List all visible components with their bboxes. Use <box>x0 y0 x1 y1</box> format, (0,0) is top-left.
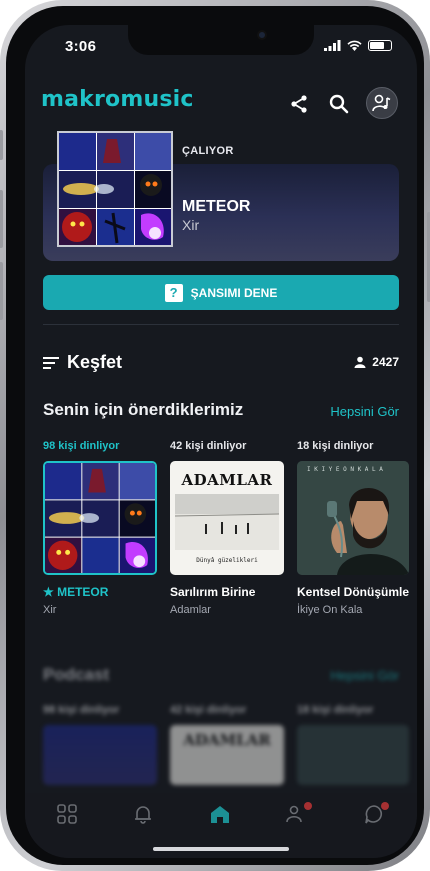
profile-button[interactable] <box>366 87 398 119</box>
home-icon[interactable] <box>205 799 235 829</box>
album-cover[interactable] <box>43 461 157 575</box>
now-playing-title: METEOR <box>182 198 251 215</box>
grid-icon[interactable] <box>52 799 82 829</box>
listener-count-value: 2427 <box>372 355 399 369</box>
album-cover-photo <box>175 494 279 550</box>
section-divider <box>43 324 399 325</box>
question-box-icon: ? <box>164 283 183 302</box>
podcast-cover[interactable]: ADAMLAR <box>170 725 284 785</box>
recommended-card-meteor[interactable]: 98 kişi dinliyor ★ METEOR Xir <box>43 440 159 616</box>
track-title: ★ METEOR <box>43 585 109 599</box>
front-camera <box>257 30 267 40</box>
listener-count-text: 18 kişi dinliyor <box>297 704 374 716</box>
listener-count-text: 18 kişi dinliyor <box>297 440 374 452</box>
signal-icon <box>324 40 341 51</box>
user-icon <box>354 356 366 368</box>
home-indicator <box>153 847 289 851</box>
podcast-card[interactable]: 18 kişi dinliyor <box>297 704 417 785</box>
album-cover[interactable]: I K I Y E O N K A L A <box>297 461 409 575</box>
now-playing-artist: Xir <box>182 217 200 233</box>
now-playing-cover[interactable] <box>57 131 173 247</box>
recommended-see-all-link[interactable]: Hepsini Gör <box>330 404 399 419</box>
recommended-card-kentsel-donusum[interactable]: 18 kişi dinliyor I K I Y E O N K A L A K… <box>297 440 417 616</box>
status-icons <box>324 40 392 51</box>
discover-header: Keşfet <box>43 352 122 373</box>
album-cover-wordmark: ADAMLAR <box>181 471 273 489</box>
track-artist: Adamlar <box>170 604 211 616</box>
track-artist: İkiye On Kala <box>297 604 363 616</box>
share-icon[interactable] <box>286 91 312 117</box>
podcast-card[interactable]: 42 kişi dinliyor ADAMLAR <box>170 704 286 785</box>
try-luck-label: ŞANSIMI DENE <box>190 285 278 300</box>
volume-down-button <box>0 262 3 320</box>
listener-count-text: 98 kişi dinliyor <box>43 704 120 716</box>
status-time: 3:06 <box>65 38 97 55</box>
phone-frame: 3:06 makromusic ÇALIYOR METEOR Xir ? ŞAN… <box>0 0 430 871</box>
podcast-cover-wordmark: ADAMLAR <box>183 731 271 749</box>
listener-count-text: 98 kişi dinliyor <box>43 440 120 452</box>
notch <box>128 25 314 55</box>
user-music-icon <box>372 94 391 112</box>
battery-icon <box>368 40 392 51</box>
discover-title: Keşfet <box>67 352 123 372</box>
podcast-card[interactable]: 98 kişi dinliyor <box>43 704 159 785</box>
listener-count-text: 42 kişi dinliyor <box>170 440 247 452</box>
wifi-icon <box>347 40 362 51</box>
notification-badge <box>381 802 389 810</box>
app-screen: 3:06 makromusic ÇALIYOR METEOR Xir ? ŞAN… <box>25 25 417 858</box>
listener-count-text: 42 kişi dinliyor <box>170 704 247 716</box>
volume-up-button <box>0 190 3 248</box>
podcast-title: Podcast <box>43 665 110 684</box>
mute-switch <box>0 130 3 160</box>
album-cover[interactable]: ADAMLAR Dünyâ güzelikleri <box>170 461 284 575</box>
sort-lines-icon <box>43 356 59 369</box>
track-title: Sarılırım Birine <box>170 585 256 599</box>
album-cover-subtitle: Dünyâ güzelikleri <box>196 557 258 564</box>
svg-text:I K I Y E O N K A L A: I K I Y E O N K A L A <box>307 466 383 473</box>
notification-badge <box>304 802 312 810</box>
podcast-see-all-link[interactable]: Hepsini Gör <box>330 668 399 683</box>
podcast-cover[interactable] <box>43 725 157 785</box>
track-artist: Xir <box>43 604 57 616</box>
now-playing-label: ÇALIYOR <box>182 145 234 157</box>
listener-count[interactable]: 2427 <box>354 355 399 369</box>
app-header: makromusic <box>25 85 417 125</box>
friends-icon[interactable] <box>282 799 312 829</box>
track-title: Kentsel Dönüşümle <box>297 585 410 599</box>
recommended-card-sarilirim-birine[interactable]: 42 kişi dinliyor ADAMLAR Dünyâ güzelikle… <box>170 440 286 616</box>
search-icon[interactable] <box>326 91 352 117</box>
chat-icon[interactable] <box>359 799 389 829</box>
try-luck-button[interactable]: ? ŞANSIMI DENE <box>43 275 399 310</box>
bell-icon[interactable] <box>128 799 158 829</box>
podcast-cover[interactable] <box>297 725 409 785</box>
recommended-title: Senin için önerdiklerimiz <box>43 400 244 419</box>
app-logo[interactable]: makromusic <box>41 87 194 112</box>
